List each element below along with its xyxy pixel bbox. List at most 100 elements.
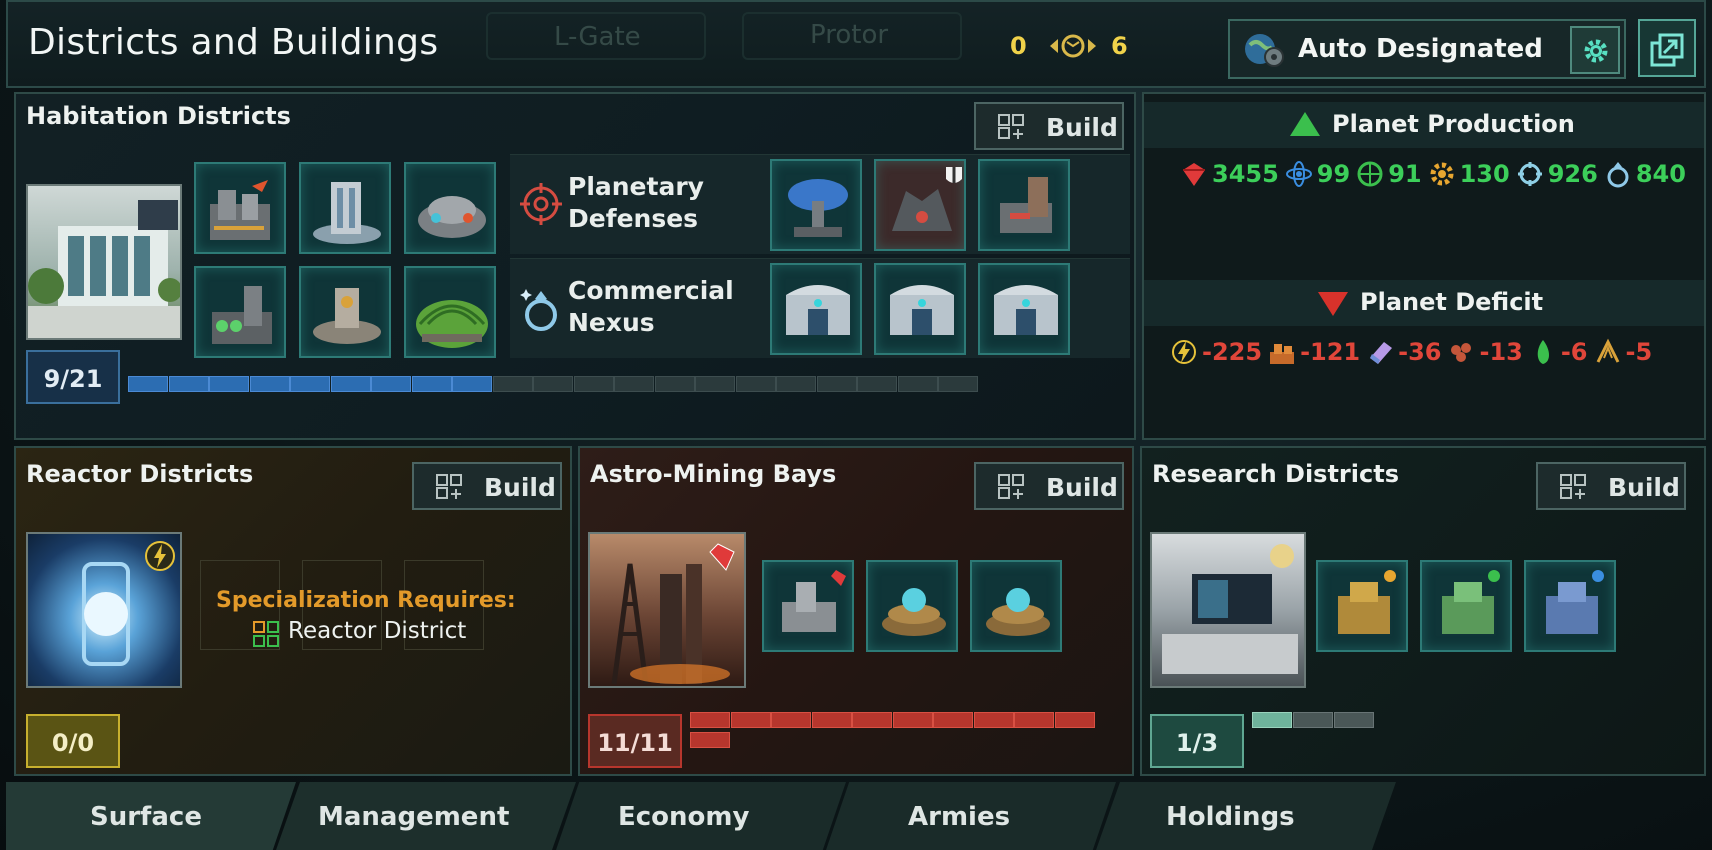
slot-segment <box>533 376 573 392</box>
slot-segment <box>1293 712 1333 728</box>
mining-district-image[interactable] <box>588 532 746 688</box>
building-slot[interactable] <box>762 560 854 652</box>
building-slot[interactable] <box>770 263 862 355</box>
title-bar: Districts and Buildings L-Gate Protor 0 … <box>6 0 1706 88</box>
orbital-ring-icon <box>882 588 946 636</box>
reactor-build-button[interactable]: Build <box>412 462 562 510</box>
food-icon <box>1451 343 1472 362</box>
research-build-button[interactable]: Build <box>1536 462 1686 510</box>
slot-segment <box>857 376 897 392</box>
minerals-icon <box>1183 163 1205 186</box>
building-slot[interactable] <box>1420 560 1512 652</box>
building-slot[interactable] <box>404 266 496 358</box>
tab-surface-label: Surface <box>90 802 202 832</box>
research-build-label: Build <box>1608 473 1680 502</box>
habitation-district-image[interactable] <box>26 184 182 340</box>
habitation-build-button[interactable]: Build <box>974 102 1124 150</box>
research-counter: 1/3 <box>1150 714 1244 768</box>
specialization-requires-label: Specialization Requires: <box>216 588 516 613</box>
slot-segment <box>452 376 492 392</box>
planetary-defenses-label: Planetary Defenses <box>568 171 704 235</box>
triangle-up-icon <box>1290 112 1320 136</box>
tab-armies-label: Armies <box>908 802 1011 832</box>
astro-slot-bar <box>690 712 1130 752</box>
district-count-max: 6 <box>1111 32 1128 60</box>
popout-window-button[interactable] <box>1638 19 1696 77</box>
research-district-image[interactable] <box>1150 532 1306 688</box>
triangle-down-icon <box>1318 292 1348 316</box>
reactor-districts-panel: Reactor Districts Build Specialization R… <box>14 446 572 776</box>
slot-segment <box>973 712 1014 728</box>
tab-management[interactable]: Management <box>276 782 576 850</box>
building-slot[interactable] <box>1316 560 1408 652</box>
building-slot[interactable] <box>1524 560 1616 652</box>
slot-segment <box>933 712 973 728</box>
building-slot[interactable] <box>194 162 286 254</box>
designation-settings-button[interactable] <box>1570 26 1620 74</box>
minerals-value: 3455 <box>1212 160 1279 188</box>
slot-segment <box>776 376 816 392</box>
factory-building-icon <box>212 286 272 344</box>
tab-economy[interactable]: Economy <box>556 782 846 850</box>
tab-holdings-label: Holdings <box>1166 802 1295 832</box>
building-slot[interactable] <box>299 266 391 358</box>
slot-segment <box>1252 712 1292 728</box>
building-slot[interactable] <box>404 162 496 254</box>
building-slot[interactable] <box>978 159 1070 251</box>
resource-minerals: 3455 <box>1180 160 1279 188</box>
deficit-header: Planet Deficit <box>1144 280 1704 326</box>
resource-trade: 926 <box>1516 160 1598 188</box>
deficit-title: Planet Deficit <box>1360 288 1544 316</box>
building-slot[interactable] <box>194 266 286 358</box>
astro-build-button[interactable]: Build <box>974 462 1124 510</box>
trade-value: 926 <box>1547 160 1598 188</box>
slot-segment <box>371 376 411 392</box>
specialization-district-name: Reactor District <box>288 618 467 644</box>
tab-holdings[interactable]: Holdings <box>1096 782 1396 850</box>
astro-mining-bays-panel: Astro-Mining Bays Build 11/11 <box>578 446 1134 776</box>
laboratory-illustration <box>1162 544 1298 674</box>
building-slot[interactable] <box>866 560 958 652</box>
city-building-icon <box>210 180 270 240</box>
habitation-build-label: Build <box>1046 113 1118 142</box>
ghost-label-right: Protor <box>810 20 889 50</box>
tab-surface[interactable]: Surface <box>6 782 296 850</box>
tab-economy-label: Economy <box>618 802 750 832</box>
resource-energy: -225 <box>1170 338 1262 366</box>
habitation-building-illustration <box>28 200 180 338</box>
society-lab-icon <box>1442 570 1500 634</box>
tab-armies[interactable]: Armies <box>826 782 1116 850</box>
reactor-district-image[interactable] <box>26 532 182 688</box>
resource-physics: 99 <box>1285 160 1350 188</box>
background-planet-label-right: Protor <box>742 12 962 60</box>
resource-alloys: 840 <box>1604 160 1686 188</box>
cycle-arrows-icon <box>1050 34 1096 58</box>
reactor-core-illustration <box>82 541 175 666</box>
building-slot[interactable] <box>770 159 862 251</box>
ghost-label-left: L-Gate <box>554 22 641 52</box>
slot-segment <box>330 376 371 392</box>
slot-segment <box>897 376 938 392</box>
energy-value: -225 <box>1202 338 1263 366</box>
slot-segment <box>816 376 857 392</box>
designation-selector[interactable]: Auto Designated <box>1228 19 1626 79</box>
trade-hub-icon <box>786 285 850 335</box>
trade-hub-icon <box>994 285 1058 335</box>
crystals-icon <box>1370 342 1393 364</box>
crystals-value: -36 <box>1398 338 1442 366</box>
build-grid-icon <box>998 114 1024 139</box>
building-slot[interactable] <box>874 263 966 355</box>
habitat-building-icon <box>313 288 381 344</box>
trade-icon <box>1517 162 1542 186</box>
resource-engineering: 130 <box>1428 160 1510 188</box>
resource-crystals: -36 <box>1366 338 1441 366</box>
building-slot[interactable] <box>978 263 1070 355</box>
slot-segment <box>852 712 892 728</box>
engineering-value: 130 <box>1459 160 1510 188</box>
building-slot[interactable] <box>299 162 391 254</box>
planetary-defenses-label-line1: Planetary <box>568 172 704 201</box>
building-slot[interactable] <box>970 560 1062 652</box>
page-title: Districts and Buildings <box>28 22 439 63</box>
building-slot[interactable] <box>874 159 966 251</box>
gas-value: -6 <box>1560 338 1588 366</box>
